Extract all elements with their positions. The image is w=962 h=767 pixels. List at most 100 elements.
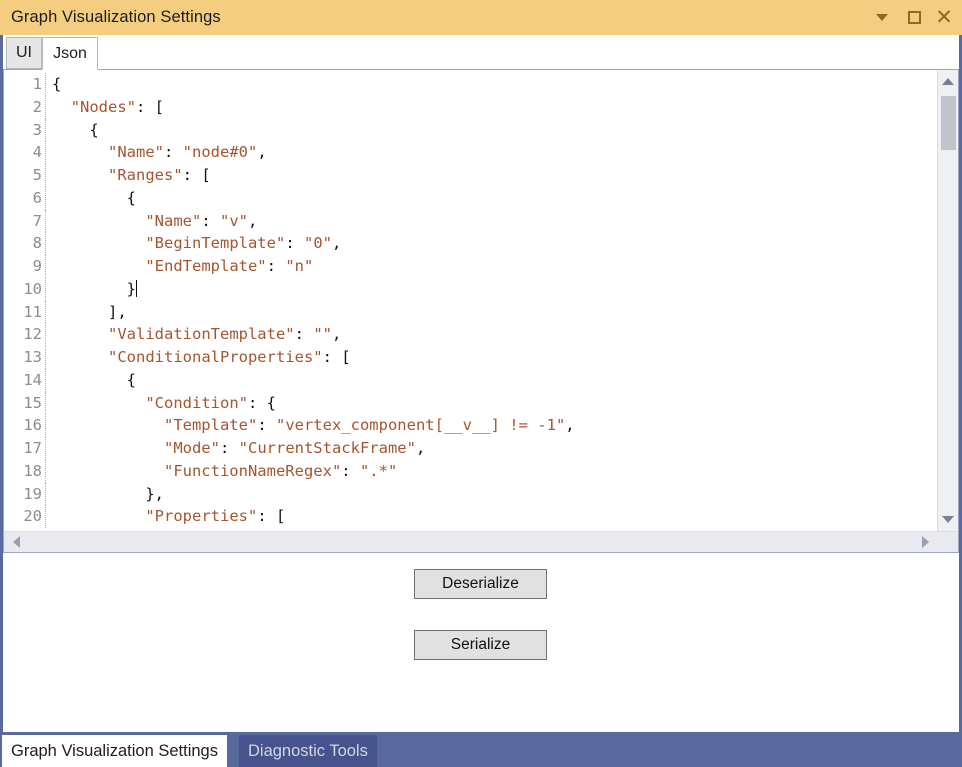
json-string-token: "EndTemplate" (145, 257, 267, 275)
line-number: 9 (32, 257, 42, 275)
json-string-token: "Name" (108, 143, 164, 162)
scroll-down-button[interactable] (938, 510, 958, 529)
scroll-up-button[interactable] (938, 72, 958, 91)
code-line[interactable]: 2 "Nodes": [ (4, 95, 936, 119)
json-punctuation-token (52, 507, 145, 525)
json-punctuation-token (52, 439, 164, 457)
tab-ui-label: UI (16, 44, 32, 61)
json-code-area[interactable]: 1{2 "Nodes": [3 {4 "Name": "node#0", 5 "R… (4, 70, 936, 528)
code-text: ], (52, 301, 936, 324)
json-editor[interactable]: 1{2 "Nodes": [3 {4 "Name": "node#0", 5 "R… (3, 69, 959, 553)
json-punctuation-token: ], (52, 302, 127, 321)
tab-ui[interactable]: UI (6, 37, 42, 69)
json-punctuation-token: : [ (136, 97, 164, 116)
json-string-token: "Mode" (163, 439, 220, 457)
code-line[interactable]: 15 "Condition": { (4, 391, 936, 415)
json-string-token: "Condition" (145, 393, 248, 412)
json-punctuation-token: { (52, 188, 136, 207)
code-line[interactable]: 8 "BeginTemplate": "0", (4, 232, 936, 255)
editor-vertical-scrollbar[interactable] (937, 70, 958, 531)
json-string-token: ".*" (359, 461, 398, 480)
gutter-separator (45, 255, 51, 278)
gutter-separator (45, 186, 51, 210)
json-editor-viewport[interactable]: 1{2 "Nodes": [3 {4 "Name": "node#0", 5 "R… (4, 70, 936, 530)
tab-json-label: Json (53, 44, 87, 62)
json-punctuation-token: , (257, 143, 267, 162)
code-line[interactable]: 10 } (4, 277, 936, 301)
code-text: { (52, 73, 936, 96)
json-punctuation-token (52, 98, 71, 116)
gutter-separator (45, 459, 51, 483)
gutter-separator (45, 232, 51, 255)
triangle-right-icon (921, 536, 929, 548)
code-text: { (52, 119, 936, 142)
line-number: 11 (23, 302, 42, 321)
code-line[interactable]: 12 "ValidationTemplate": "", (4, 323, 936, 346)
json-string-token: "ConditionalProperties" (108, 348, 323, 366)
json-string-token: "v" (220, 211, 248, 230)
json-string-token: "ValidationTemplate" (108, 325, 295, 344)
json-punctuation-token: { (52, 370, 136, 389)
json-string-token: "BeginTemplate" (145, 234, 286, 253)
gutter-separator (45, 209, 51, 233)
code-line[interactable]: 1{ (4, 73, 936, 96)
maximize-button[interactable] (898, 0, 930, 35)
line-number: 18 (23, 461, 42, 480)
line-number: 8 (32, 234, 42, 253)
json-punctuation-token: , (331, 325, 342, 344)
text-caret (136, 279, 137, 297)
code-line[interactable]: 20 "Properties": [ (4, 505, 936, 528)
code-text: "EndTemplate": "n" (52, 255, 936, 278)
scroll-left-button[interactable] (6, 532, 26, 552)
scroll-right-button[interactable] (915, 532, 935, 552)
triangle-left-icon (12, 536, 20, 548)
editor-horizontal-scrollbar[interactable] (4, 531, 958, 552)
serialize-button[interactable]: Serialize (414, 630, 547, 660)
json-punctuation-token: : (219, 439, 239, 457)
bottom-tab-diagnostic-tools[interactable]: Diagnostic Tools (239, 735, 377, 767)
json-punctuation-token: , (565, 416, 575, 435)
json-string-token: "" (313, 325, 332, 344)
json-string-token: "n" (285, 257, 314, 275)
code-line[interactable]: 18 "FunctionNameRegex": ".*" (4, 459, 936, 483)
close-button[interactable]: ✕ (930, 0, 962, 35)
deserialize-button[interactable]: Deserialize (414, 569, 547, 599)
line-number: 12 (23, 325, 42, 344)
bottom-tab-inactive-label: Diagnostic Tools (248, 741, 368, 760)
code-text: "ConditionalProperties": [ (52, 346, 936, 369)
json-string-token: "Name" (145, 211, 202, 230)
code-line[interactable]: 19 }, (4, 482, 936, 506)
code-text: "Properties": [ (52, 505, 936, 528)
code-text: "Name": "node#0", (52, 141, 936, 164)
code-line[interactable]: 9 "EndTemplate": "n" (4, 255, 936, 278)
tab-json[interactable]: Json (42, 37, 98, 70)
json-string-token: "vertex_component[__v__] != -1" (275, 416, 566, 435)
json-punctuation-token: : (294, 325, 314, 344)
code-text: "ValidationTemplate": "", (52, 323, 936, 346)
bottom-tab-graph-visualization-settings[interactable]: Graph Visualization Settings (2, 735, 227, 767)
code-line[interactable]: 17 "Mode": "CurrentStackFrame", (4, 437, 936, 460)
line-number: 13 (23, 348, 42, 366)
code-line[interactable]: 14 { (4, 368, 936, 392)
chevron-down-button[interactable] (866, 0, 898, 35)
line-number: 7 (32, 211, 42, 230)
json-punctuation-token: } (52, 279, 136, 298)
code-line[interactable]: 7 "Name": "v", (4, 209, 936, 233)
json-punctuation-token: : (164, 143, 183, 162)
window-title: Graph Visualization Settings (11, 8, 221, 26)
gutter-separator (45, 505, 51, 528)
window-titlebar: Graph Visualization Settings ✕ (0, 0, 962, 35)
tab-strip: UI Json (3, 35, 959, 70)
code-line[interactable]: 5 "Ranges": [ (4, 164, 936, 187)
code-line[interactable]: 13 "ConditionalProperties": [ (4, 346, 936, 369)
line-number: 20 (23, 507, 42, 526)
triangle-up-icon (942, 78, 954, 85)
json-punctuation-token: , (248, 211, 258, 230)
bottom-tab-active-label: Graph Visualization Settings (11, 741, 218, 760)
code-line[interactable]: 11 ], (4, 300, 936, 324)
code-line[interactable]: 3 { (4, 118, 936, 142)
code-line[interactable]: 16 "Template": "vertex_component[__v__] … (4, 414, 936, 437)
code-line[interactable]: 4 "Name": "node#0", (4, 141, 936, 164)
code-line[interactable]: 6 { (4, 186, 936, 210)
vertical-scroll-thumb[interactable] (941, 96, 956, 150)
